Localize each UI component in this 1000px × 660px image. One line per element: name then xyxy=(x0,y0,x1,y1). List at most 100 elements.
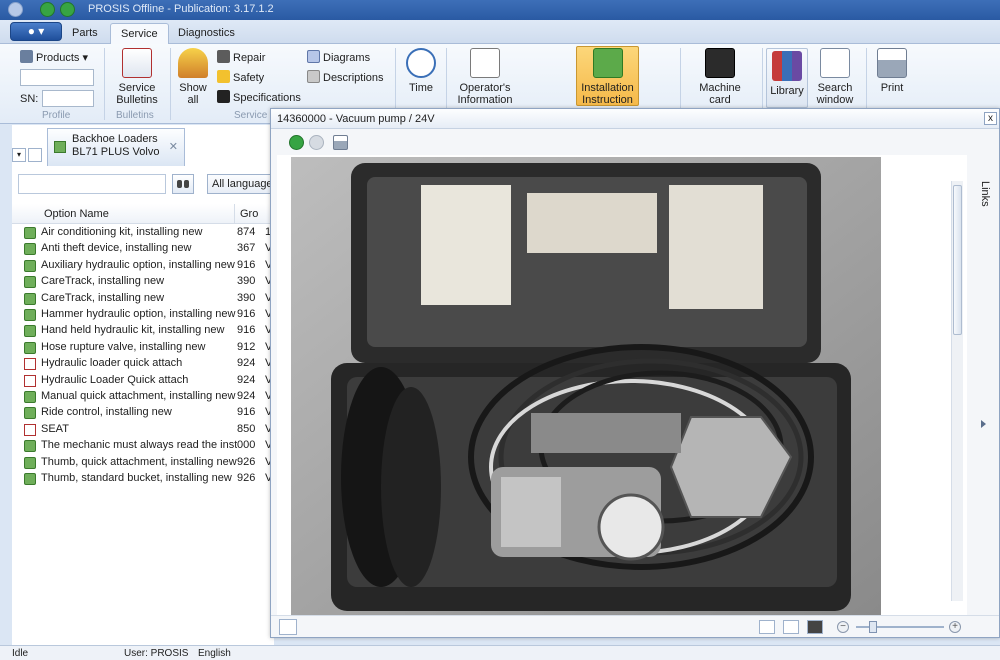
installation-instruction-button[interactable]: Installation Instruction xyxy=(576,48,639,106)
library-button[interactable]: Library xyxy=(766,48,808,108)
show-all-button[interactable]: Show all xyxy=(174,48,212,106)
row-option-name: Hose rupture valve, installing new xyxy=(41,340,206,353)
bulletins-group-label: Bulletins xyxy=(116,110,154,121)
print-button[interactable]: Print xyxy=(874,48,910,94)
table-row[interactable]: Hydraulic Loader Quick attach 924 V xyxy=(12,373,274,389)
search-window-label: Search window xyxy=(816,82,854,106)
show-all-icon xyxy=(178,48,208,78)
two-page-icon[interactable] xyxy=(783,620,799,634)
service-group-label: Service xyxy=(234,110,268,121)
installation-icon xyxy=(592,48,623,78)
document-viewer-window: 14360000 - Vacuum pump / 24V x Links − + xyxy=(270,108,1000,638)
row-option-name: Hammer hydraulic option, installing new xyxy=(41,308,236,320)
package-icon xyxy=(24,276,36,289)
window-title: PROSIS Offline - Publication: 3.17.1.2 xyxy=(88,3,274,15)
row-option-name: Anti theft device, installing new xyxy=(41,242,192,255)
table-row[interactable]: Auxiliary hydraulic option, installing n… xyxy=(12,258,274,274)
links-label[interactable]: Links xyxy=(979,181,991,207)
search-row: All languages xyxy=(12,168,279,198)
binoculars-icon[interactable] xyxy=(172,174,194,194)
dropdown-icon[interactable]: ▾ xyxy=(12,148,26,162)
safety-button[interactable]: Safety xyxy=(217,70,264,85)
table-row[interactable]: Hose rupture valve, installing new 912 V xyxy=(12,340,274,356)
zoom-slider-knob[interactable] xyxy=(869,621,877,633)
column-group[interactable]: Gro xyxy=(240,208,258,220)
row-group: 924 xyxy=(237,390,256,402)
magnifier-icon[interactable] xyxy=(279,619,297,635)
tab-parts[interactable]: Parts xyxy=(62,23,108,44)
printer-icon xyxy=(877,48,907,78)
status-language: English xyxy=(198,648,231,659)
table-row[interactable]: Hand held hydraulic kit, installing new 9… xyxy=(12,323,274,339)
table-row[interactable]: The mechanic must always read the inst 00… xyxy=(12,438,274,454)
diagrams-button[interactable]: Diagrams xyxy=(307,50,370,65)
table-row[interactable]: CareTrack, installing new 390 V xyxy=(12,291,274,307)
expand-arrow-icon[interactable] xyxy=(981,420,986,428)
vertical-scrollbar[interactable] xyxy=(951,181,963,601)
operators-information-button[interactable]: Operator's Information xyxy=(452,48,518,106)
viewer-title-bar: 14360000 - Vacuum pump / 24V x xyxy=(271,109,999,129)
zoom-out-icon[interactable]: − xyxy=(837,621,849,633)
products-dropdown[interactable]: Products ▾ xyxy=(20,50,88,65)
forward-icon[interactable] xyxy=(60,2,75,17)
diagrams-label: Diagrams xyxy=(323,52,371,64)
tab-service[interactable]: Service xyxy=(110,23,169,44)
language-select[interactable]: All languages xyxy=(207,174,279,194)
table-row[interactable]: Manual quick attachment, installing new 9… xyxy=(12,389,274,405)
back-icon[interactable] xyxy=(40,2,55,17)
time-button[interactable]: Time xyxy=(402,48,440,94)
specifications-button[interactable]: Specifications xyxy=(217,90,301,105)
row-option-name: Hydraulic loader quick attach xyxy=(41,357,183,370)
search-window-icon xyxy=(820,48,850,78)
safety-label: Safety xyxy=(233,72,265,84)
table-row[interactable]: Hammer hydraulic option, installing new 9… xyxy=(12,307,274,323)
search-input[interactable] xyxy=(18,174,166,194)
package-icon xyxy=(24,259,36,272)
back-icon[interactable] xyxy=(289,135,304,150)
table-row[interactable]: Thumb, quick attachment, installing new 9… xyxy=(12,455,274,471)
status-user: User: PROSIS xyxy=(124,648,189,659)
table-row[interactable]: Thumb, standard bucket, installing new 92… xyxy=(12,471,274,487)
app-menu-button[interactable]: ● ▾ xyxy=(10,22,62,41)
table-row[interactable]: Hydraulic loader quick attach 924 V xyxy=(12,356,274,372)
tab-diagnostics[interactable]: Diagnostics xyxy=(168,23,245,44)
close-tab-icon[interactable]: ✕ xyxy=(169,141,178,154)
forward-icon[interactable] xyxy=(309,135,324,150)
tab-strip[interactable]: ▾ xyxy=(12,145,46,165)
package-icon xyxy=(24,227,36,239)
links-sidebar[interactable]: Links xyxy=(971,155,999,615)
machine-card-button[interactable]: Machine card xyxy=(694,48,746,106)
pin-icon[interactable] xyxy=(28,148,42,162)
warning-icon xyxy=(217,70,230,83)
table-row[interactable]: Anti theft device, installing new 367 V xyxy=(12,241,274,257)
table-row[interactable]: CareTrack, installing new 390 V xyxy=(12,274,274,290)
products-icon xyxy=(20,50,33,63)
search-window-button[interactable]: Search window xyxy=(812,48,858,106)
row-group: 916 xyxy=(237,406,256,419)
quick-access-icon[interactable] xyxy=(8,2,23,17)
row-group: 916 xyxy=(237,324,256,337)
table-row[interactable]: Ride control, installing new 916 V xyxy=(12,405,274,421)
printer-icon[interactable] xyxy=(333,135,348,150)
column-option-name[interactable]: Option Name xyxy=(44,208,109,220)
profile-group-label: Profile xyxy=(42,110,71,121)
descriptions-button[interactable]: Descriptions xyxy=(307,70,384,85)
close-icon[interactable]: x xyxy=(984,112,997,125)
viewer-toolbar xyxy=(271,129,999,155)
row-group: 926 xyxy=(237,472,256,484)
descriptions-icon xyxy=(307,70,320,83)
zoom-in-icon[interactable]: + xyxy=(949,621,961,633)
service-bulletins-button[interactable]: Service Bulletins xyxy=(110,48,164,106)
diagrams-icon xyxy=(307,50,320,63)
specifications-label: Specifications xyxy=(233,92,301,104)
fit-page-icon[interactable] xyxy=(807,620,823,634)
document-tab[interactable]: Backhoe Loaders BL71 PLUS Volvo ✕ xyxy=(47,128,185,166)
single-page-icon[interactable] xyxy=(759,620,775,634)
product-field[interactable] xyxy=(20,69,94,86)
repair-label: Repair xyxy=(233,52,266,64)
sn-input[interactable] xyxy=(42,90,94,107)
scrollbar-thumb[interactable] xyxy=(953,185,962,335)
repair-button[interactable]: Repair xyxy=(217,50,265,65)
table-row[interactable]: Air conditioning kit, installing new 874 1 xyxy=(12,225,274,241)
table-row[interactable]: SEAT 850 V xyxy=(12,422,274,438)
